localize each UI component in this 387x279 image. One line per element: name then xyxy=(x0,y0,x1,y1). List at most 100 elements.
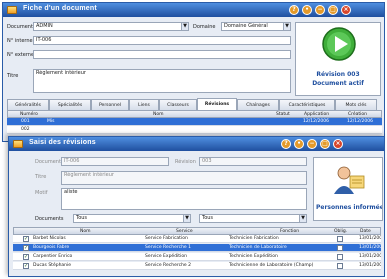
person-function: Technicien Expédition xyxy=(229,254,278,259)
folder-icon xyxy=(13,140,23,148)
person-row[interactable]: ✓ Barbet Nicolas Service Fabrication Techni… xyxy=(13,235,381,243)
col-header-application[interactable]: Application xyxy=(304,111,340,118)
titre-field[interactable]: Règlement intérieur xyxy=(33,69,291,93)
tab-personnel[interactable]: Personnel xyxy=(91,99,129,110)
numero-externe-field[interactable] xyxy=(33,50,291,59)
numero-interne-field[interactable]: IT-006 xyxy=(33,36,291,45)
chevron-down-icon[interactable]: ▼ xyxy=(299,215,306,222)
print-button[interactable]: • xyxy=(302,5,312,15)
tab-caracteristiques[interactable]: Caractéristiques xyxy=(279,99,335,110)
tab-generalites[interactable]: Généralités xyxy=(7,99,49,110)
motif-field[interactable]: aliste xyxy=(61,188,307,210)
minimize-button[interactable]: − xyxy=(307,139,317,149)
help-button[interactable]: ? xyxy=(289,5,299,15)
col-header-statut[interactable]: Statut xyxy=(276,111,296,118)
revisions-row[interactable]: 002 xyxy=(7,126,382,134)
revisions-grid-header: Numéro Nom Statut Application Création xyxy=(7,110,382,118)
restore-button[interactable]: □ xyxy=(328,5,338,15)
chevron-down-icon[interactable]: ▼ xyxy=(181,23,188,30)
numero-interne-label: N° interne xyxy=(7,38,33,44)
chevron-down-icon[interactable]: ▼ xyxy=(283,23,290,30)
document-window-titlebar[interactable]: Fiche d'un document ? • − □ × xyxy=(3,3,384,17)
tab-liens[interactable]: Liens xyxy=(129,99,159,110)
document-select[interactable]: ADMIN ▼ xyxy=(33,22,189,31)
folder-icon xyxy=(7,6,17,14)
person-date: 13/01/2007 xyxy=(359,236,381,241)
revisions-row[interactable]: 001 Mis 12/12/2006 12/12/2006 xyxy=(7,118,382,126)
person-function: Technicien Fabrication xyxy=(229,236,279,241)
documents-filter-1-value: Tous xyxy=(76,215,88,221)
revision-entry-window: Saisi des révisions ? • − □ × Document I… xyxy=(8,136,385,277)
tab-specialites[interactable]: Spécialités xyxy=(49,99,91,110)
restore-button[interactable]: □ xyxy=(320,139,330,149)
person-row[interactable]: ✓ Bourgeois Fabre Service Recherche 1 Techn… xyxy=(13,244,381,252)
tab-revisions[interactable]: Révisions xyxy=(197,98,237,110)
col-header-oblig[interactable]: Oblig. xyxy=(334,228,352,235)
revision-window-titlebar[interactable]: Saisi des révisions ? • − □ × xyxy=(9,137,384,151)
domaine-value: Domaine Général xyxy=(224,23,268,29)
numero-externe-label: N° externe xyxy=(7,52,35,58)
chevron-down-icon[interactable]: ▼ xyxy=(183,215,190,222)
domaine-label: Domaine xyxy=(193,24,216,30)
people-icon xyxy=(334,166,365,194)
tab-chainages[interactable]: Chaînages xyxy=(237,99,279,110)
document-window: Fiche d'un document ? • − □ × Document A… xyxy=(2,2,385,142)
revision-titre-label: Titre xyxy=(35,174,47,180)
person-checkbox[interactable]: ✓ xyxy=(23,254,29,260)
person-row[interactable]: ✓ Carpentier Enrico Service Expédition Tech… xyxy=(13,253,381,261)
person-name: Barbet Nicolas xyxy=(33,236,66,241)
person-function: Technicienne de Laboratoire (Champ) xyxy=(229,263,314,268)
documents-filter-2-value: Tous xyxy=(202,215,214,221)
revision-document-label: Document xyxy=(35,159,61,165)
documents-label: Documents xyxy=(35,216,64,222)
revision-document-field: IT-006 xyxy=(61,157,169,166)
col-header-nom[interactable]: Nom xyxy=(153,111,183,118)
document-value: ADMIN xyxy=(36,23,53,29)
close-button[interactable]: × xyxy=(333,139,343,149)
revision-window-title: Saisi des révisions xyxy=(29,139,96,146)
revision-nom: Mis xyxy=(47,119,55,124)
close-button[interactable]: × xyxy=(341,5,351,15)
oblig-checkbox[interactable] xyxy=(337,236,343,242)
tab-classeurs[interactable]: Classeurs xyxy=(159,99,197,110)
play-icon xyxy=(322,27,356,61)
document-status: Document actif xyxy=(312,80,364,87)
minimize-button[interactable]: − xyxy=(315,5,325,15)
help-button[interactable]: ? xyxy=(281,139,291,149)
person-checkbox[interactable]: ✓ xyxy=(23,236,29,242)
persons-grid-header: Nom Service Fonction Oblig. Date xyxy=(13,227,381,235)
persons-informed-panel: Personnes informées xyxy=(313,157,383,221)
person-date: 13/01/2007 xyxy=(359,254,381,259)
person-row[interactable]: ✓ Ducas Stéphanie Service Recherche 2 Techn… xyxy=(13,262,381,270)
person-checkbox[interactable]: ✓ xyxy=(23,245,29,251)
person-name: Carpentier Enrico xyxy=(33,254,73,259)
col-header-fonction[interactable]: Fonction xyxy=(280,228,310,235)
revision-number-label: Révision xyxy=(175,159,196,165)
revision-titre-field: Règlement intérieur xyxy=(61,171,307,185)
oblig-checkbox[interactable] xyxy=(337,245,343,251)
col-header-creation[interactable]: Création xyxy=(348,111,382,118)
col-header-nom[interactable]: Nom xyxy=(80,228,110,235)
domaine-select[interactable]: Domaine Général ▼ xyxy=(221,22,291,31)
motif-value: aliste xyxy=(64,189,78,195)
revision-numero: 001 xyxy=(21,119,30,124)
revision-status-panel: Révision 003 Document actif xyxy=(295,22,381,96)
person-date: 13/01/2007 xyxy=(359,263,381,268)
revision-number-field: 003 xyxy=(199,157,307,166)
tab-mots-cles[interactable]: Mots clés xyxy=(335,99,377,110)
print-button[interactable]: • xyxy=(294,139,304,149)
documents-filter-1[interactable]: Tous ▼ xyxy=(73,214,191,223)
revision-application: 12/12/2006 xyxy=(303,119,329,124)
titre-label: Titre xyxy=(7,73,19,79)
revision-creation: 12/12/2006 xyxy=(347,119,373,124)
oblig-checkbox[interactable] xyxy=(337,254,343,260)
col-header-service[interactable]: Service xyxy=(176,228,206,235)
col-header-numero[interactable]: Numéro xyxy=(20,111,50,118)
person-checkbox[interactable]: ✓ xyxy=(23,263,29,269)
col-header-date[interactable]: Date xyxy=(360,228,380,235)
oblig-checkbox[interactable] xyxy=(337,263,343,269)
persons-informed-label: Personnes informées xyxy=(316,204,382,211)
documents-filter-2[interactable]: Tous ▼ xyxy=(199,214,307,223)
document-tabs: Généralités Spécialités Personnel Liens Clas… xyxy=(7,98,383,110)
motif-label: Motif xyxy=(35,190,48,196)
